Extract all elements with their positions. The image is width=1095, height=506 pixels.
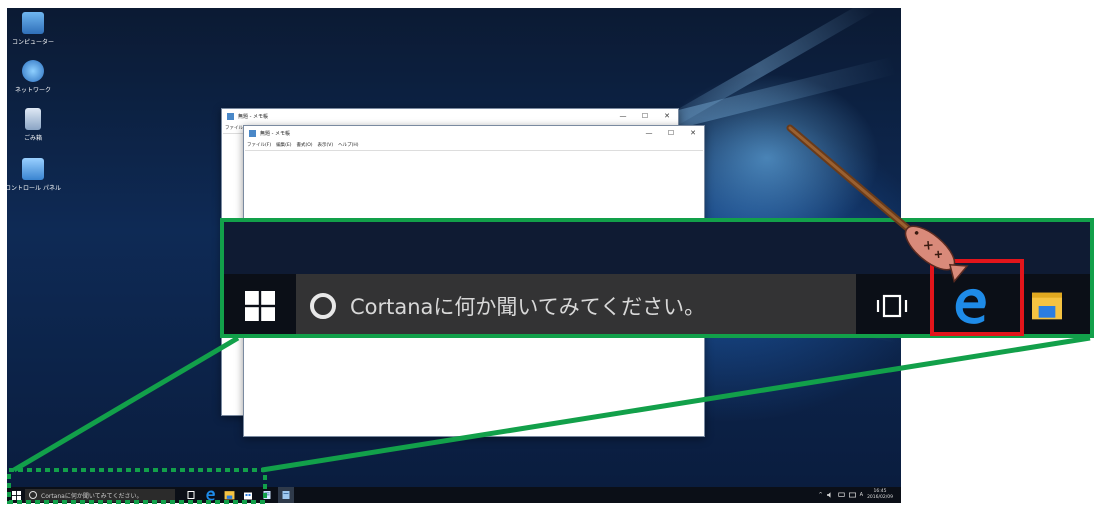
pointer-illustration — [786, 124, 969, 283]
fish-pointer-icon — [904, 225, 969, 283]
